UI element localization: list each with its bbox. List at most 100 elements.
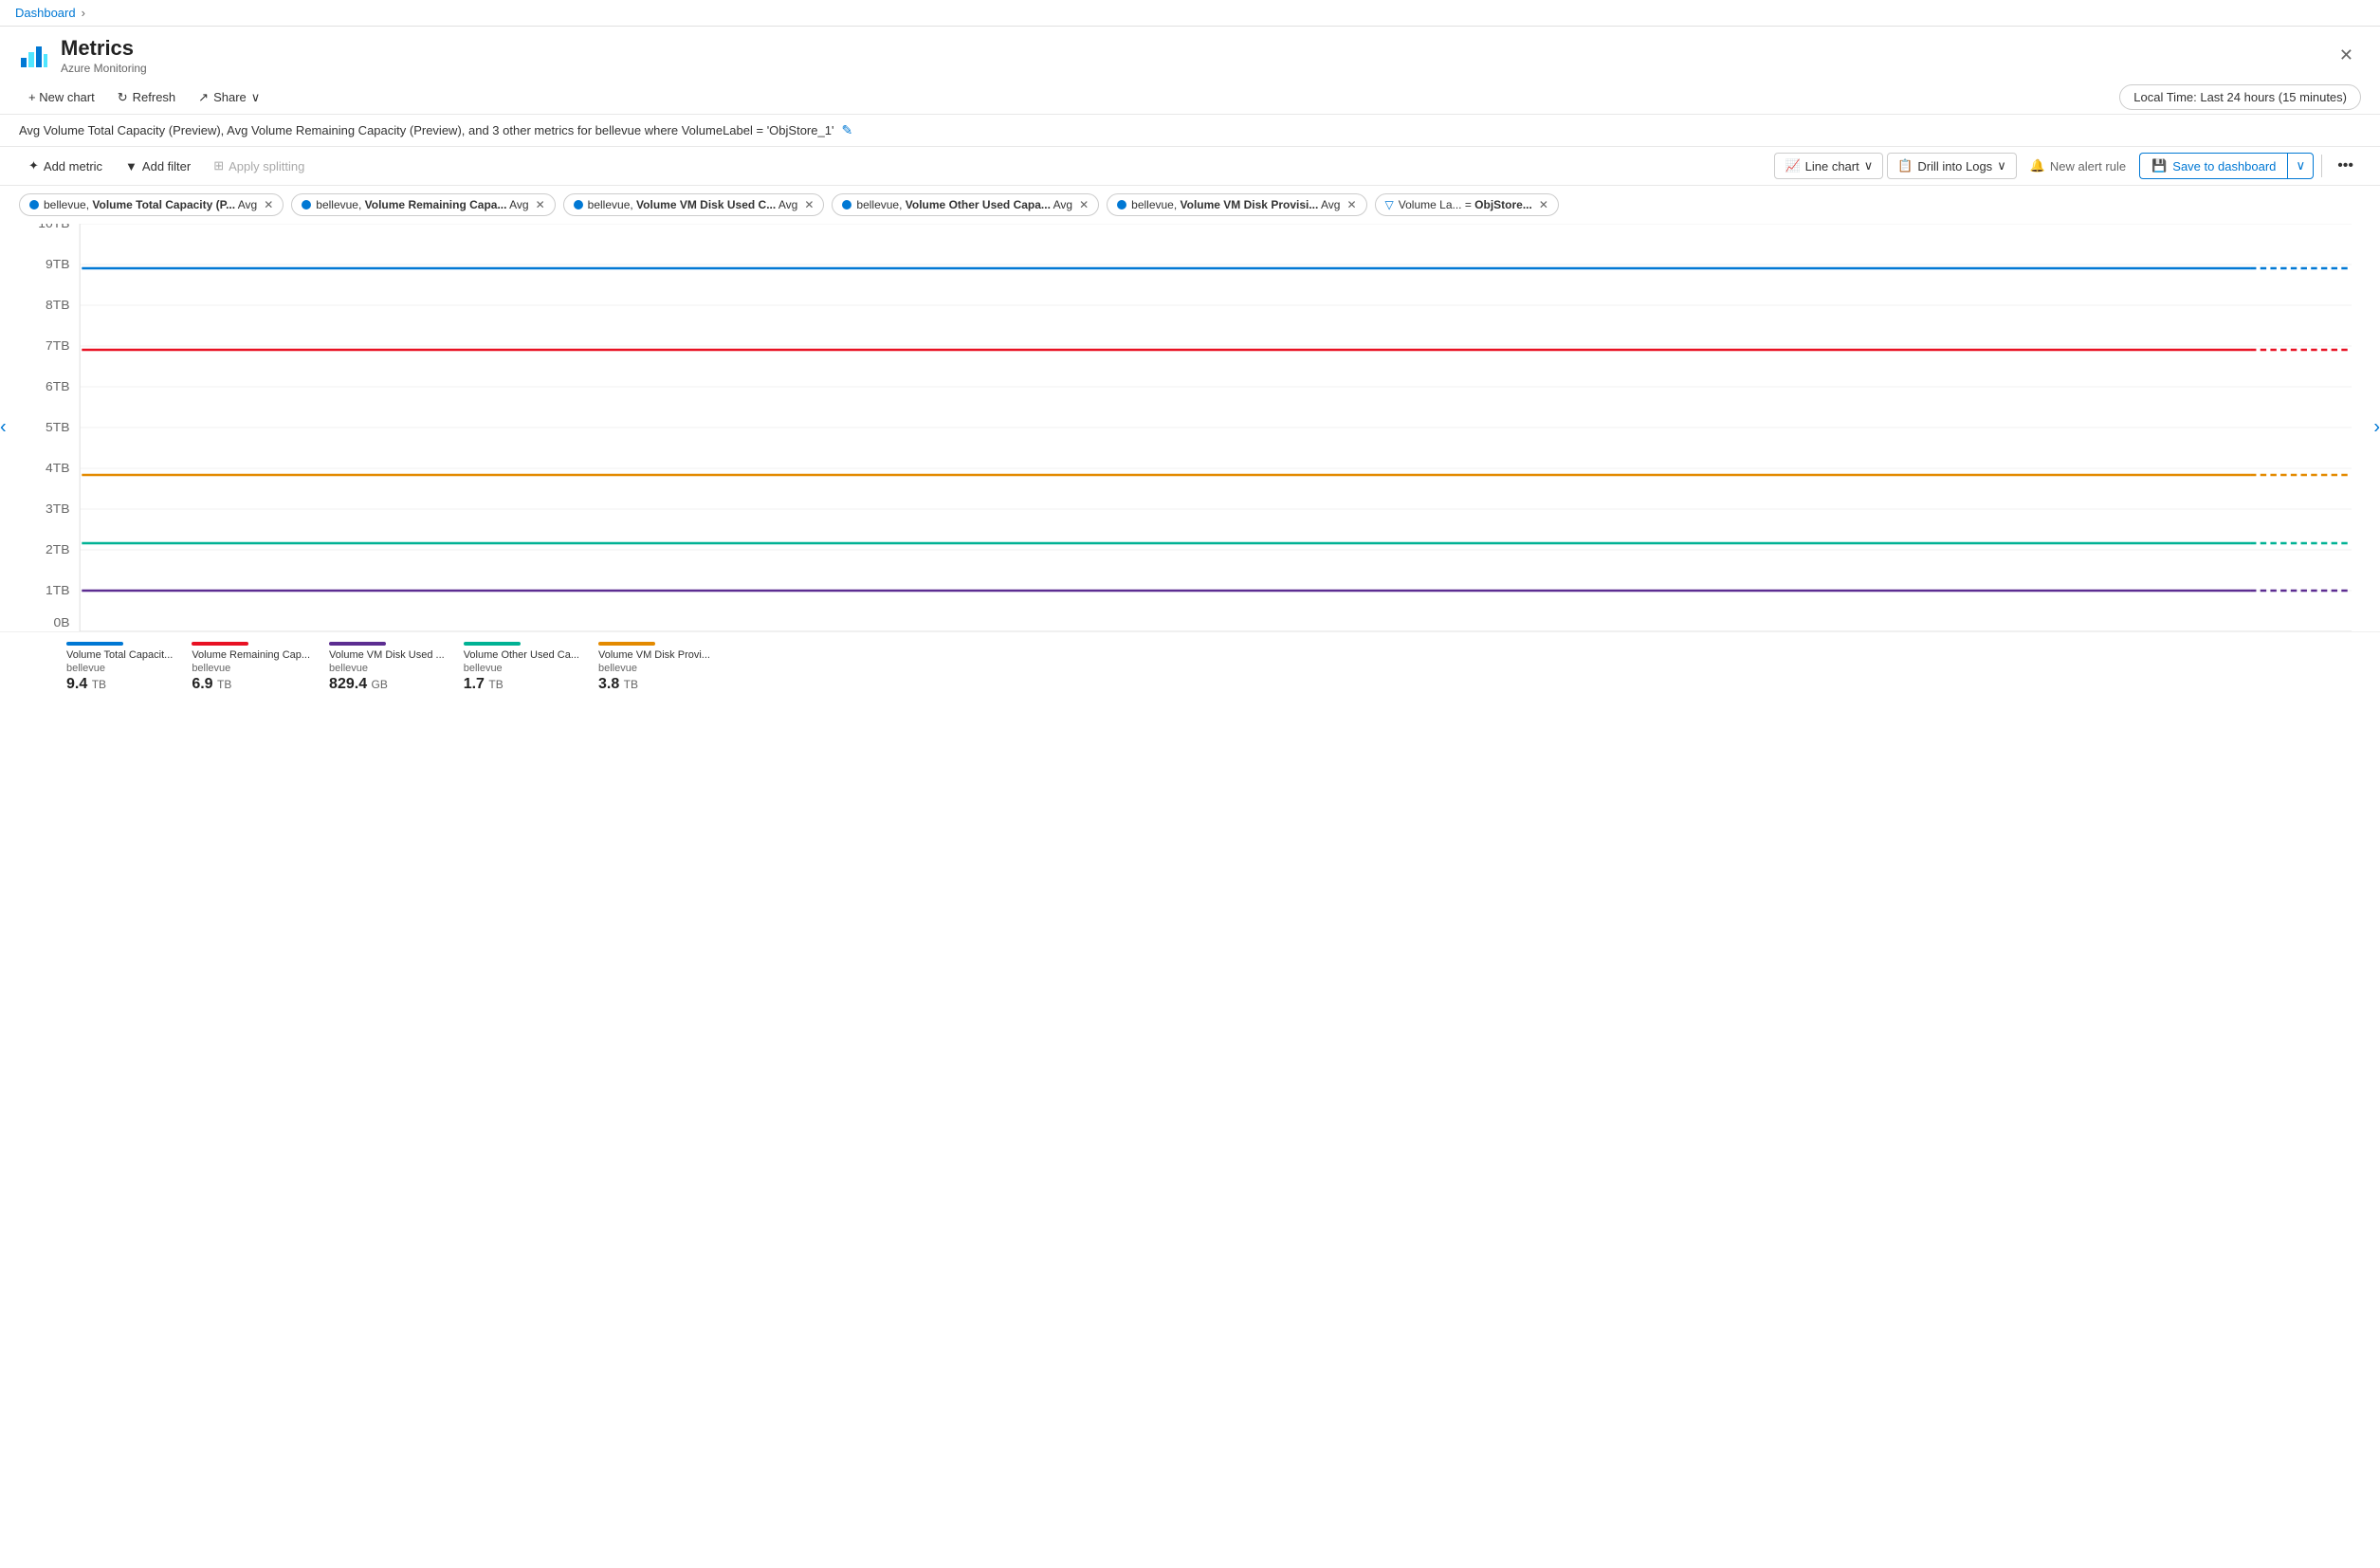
drill-logs-button[interactable]: 📋 Drill into Logs ∨ xyxy=(1887,153,2016,179)
time-range-button[interactable]: Local Time: Last 24 hours (15 minutes) xyxy=(2119,84,2361,110)
chart-area: ‹ › 10TB 9TB 8TB 7TB 6TB 5TB 4TB xyxy=(0,224,2380,631)
filter-funnel-icon: ▽ xyxy=(1385,198,1394,211)
tag-label-3: bellevue, Volume VM Disk Used C... Avg xyxy=(588,198,798,211)
legend-value-5: 3.8 TB xyxy=(598,676,710,693)
breadcrumb-separator: › xyxy=(82,6,85,20)
metric-tag-4[interactable]: bellevue, Volume Other Used Capa... Avg … xyxy=(832,193,1099,216)
metric-tag-1[interactable]: bellevue, Volume Total Capacity (P... Av… xyxy=(19,193,284,216)
legend-item-2: Volume Remaining Cap... bellevue 6.9 TB xyxy=(192,642,310,693)
edit-title-icon[interactable]: ✎ xyxy=(841,122,852,138)
app-subtitle: Azure Monitoring xyxy=(61,62,147,75)
save-to-dashboard-button[interactable]: 💾 Save to dashboard xyxy=(2139,153,2287,179)
tag-label-5: bellevue, Volume VM Disk Provisi... Avg xyxy=(1131,198,1340,211)
legend-name-4: Volume Other Used Ca... xyxy=(464,649,579,661)
legend-value-4: 1.7 TB xyxy=(464,676,579,693)
add-filter-button[interactable]: ▼ Add filter xyxy=(116,155,200,178)
chart-title: Avg Volume Total Capacity (Preview), Avg… xyxy=(19,123,833,137)
close-button[interactable]: ✕ xyxy=(2332,42,2361,69)
svg-text:10TB: 10TB xyxy=(38,224,69,230)
tag-color-dot-4 xyxy=(842,200,851,210)
svg-text:2TB: 2TB xyxy=(46,542,69,556)
tag-color-dot-5 xyxy=(1117,200,1126,210)
chart-type-chevron-icon: ∨ xyxy=(1864,158,1874,173)
tag-color-dot-1 xyxy=(29,200,39,210)
tag-close-2[interactable]: ✕ xyxy=(536,198,545,211)
legend-value-1: 9.4 TB xyxy=(66,676,173,693)
metrics-toolbar: ✦ Add metric ▼ Add filter ⊞ Apply splitt… xyxy=(0,147,2380,186)
svg-text:8TB: 8TB xyxy=(46,298,69,311)
legend-item-1: Volume Total Capacit... bellevue 9.4 TB xyxy=(66,642,173,693)
legend-sub-2: bellevue xyxy=(192,663,310,674)
metrics-toolbar-left: ✦ Add metric ▼ Add filter ⊞ Apply splitt… xyxy=(19,154,314,178)
legend-name-1: Volume Total Capacit... xyxy=(66,649,173,661)
apply-splitting-button[interactable]: ⊞ Apply splitting xyxy=(204,154,314,178)
add-metric-icon: ✦ xyxy=(28,158,39,173)
legend-item-5: Volume VM Disk Provi... bellevue 3.8 TB xyxy=(598,642,710,693)
new-alert-button[interactable]: 🔔 New alert rule xyxy=(2021,154,2135,178)
app-icon xyxy=(19,41,49,71)
tag-close-5[interactable]: ✕ xyxy=(1346,198,1356,211)
svg-text:7TB: 7TB xyxy=(46,338,69,352)
refresh-icon: ↻ xyxy=(118,90,128,105)
legend-item-4: Volume Other Used Ca... bellevue 1.7 TB xyxy=(464,642,579,693)
line-chart-icon: 📈 xyxy=(1785,158,1800,173)
tag-close-4[interactable]: ✕ xyxy=(1079,198,1089,211)
legend-name-2: Volume Remaining Cap... xyxy=(192,649,310,661)
filter-tag[interactable]: ▽ Volume La... = ObjStore... ✕ xyxy=(1375,193,1559,216)
save-icon: 💾 xyxy=(2151,158,2167,173)
legend-color-5 xyxy=(598,642,655,646)
drill-icon: 📋 xyxy=(1897,158,1913,173)
legend-sub-1: bellevue xyxy=(66,663,173,674)
filter-icon: ▼ xyxy=(125,159,137,173)
line-chart-svg: 10TB 9TB 8TB 7TB 6TB 5TB 4TB 3TB 2TB 1TB… xyxy=(19,224,2352,631)
more-options-button[interactable]: ••• xyxy=(2330,153,2361,179)
chart-nav-right-button[interactable]: › xyxy=(2373,417,2380,439)
tags-bar: bellevue, Volume Total Capacity (P... Av… xyxy=(0,186,2380,224)
metric-tag-2[interactable]: bellevue, Volume Remaining Capa... Avg ✕ xyxy=(291,193,555,216)
tag-color-dot-2 xyxy=(302,200,311,210)
legend-color-3 xyxy=(329,642,386,646)
svg-text:5TB: 5TB xyxy=(46,420,69,433)
tag-close-3[interactable]: ✕ xyxy=(804,198,814,211)
refresh-button[interactable]: ↻ Refresh xyxy=(108,85,185,110)
metric-tag-3[interactable]: bellevue, Volume VM Disk Used C... Avg ✕ xyxy=(563,193,825,216)
legend-sub-4: bellevue xyxy=(464,663,579,674)
svg-text:1TB: 1TB xyxy=(46,583,69,596)
svg-text:4TB: 4TB xyxy=(46,461,69,474)
add-metric-button[interactable]: ✦ Add metric xyxy=(19,154,112,178)
svg-text:6TB: 6TB xyxy=(46,379,69,392)
share-icon: ↗ xyxy=(198,90,209,105)
svg-text:0B: 0B xyxy=(53,615,69,629)
top-nav: Dashboard › xyxy=(0,0,2380,27)
legend-sub-3: bellevue xyxy=(329,663,445,674)
share-button[interactable]: ↗ Share ∨ xyxy=(189,85,269,110)
tag-label-1: bellevue, Volume Total Capacity (P... Av… xyxy=(44,198,257,211)
save-button-group: 💾 Save to dashboard ∨ xyxy=(2139,153,2314,179)
app-title: Metrics xyxy=(61,36,147,61)
chart-type-button[interactable]: 📈 Line chart ∨ xyxy=(1774,153,1883,179)
toolbar-left: + New chart ↻ Refresh ↗ Share ∨ xyxy=(19,85,269,110)
legend-name-3: Volume VM Disk Used ... xyxy=(329,649,445,661)
metric-tag-5[interactable]: bellevue, Volume VM Disk Provisi... Avg … xyxy=(1107,193,1366,216)
legend-color-2 xyxy=(192,642,248,646)
tag-close-1[interactable]: ✕ xyxy=(264,198,273,211)
legend-color-4 xyxy=(464,642,521,646)
svg-text:3TB: 3TB xyxy=(46,501,69,515)
breadcrumb-link[interactable]: Dashboard xyxy=(15,6,76,20)
toolbar-separator xyxy=(2321,155,2322,177)
legend-item-3: Volume VM Disk Used ... bellevue 829.4 G… xyxy=(329,642,445,693)
splitting-icon: ⊞ xyxy=(213,158,224,173)
header-left: Metrics Azure Monitoring xyxy=(19,36,147,75)
share-chevron-icon: ∨ xyxy=(251,90,261,105)
filter-tag-close[interactable]: ✕ xyxy=(1539,198,1548,211)
chart-legend: Volume Total Capacit... bellevue 9.4 TB … xyxy=(0,631,2380,702)
metrics-toolbar-right: 📈 Line chart ∨ 📋 Drill into Logs ∨ 🔔 New… xyxy=(1774,153,2361,179)
save-dropdown-button[interactable]: ∨ xyxy=(2287,153,2314,179)
chart-nav-left-button[interactable]: ‹ xyxy=(0,417,7,439)
save-dropdown-chevron-icon: ∨ xyxy=(2296,158,2305,173)
legend-value-3: 829.4 GB xyxy=(329,676,445,693)
alert-icon: 🔔 xyxy=(2030,158,2045,173)
legend-sub-5: bellevue xyxy=(598,663,710,674)
main-toolbar: + New chart ↻ Refresh ↗ Share ∨ Local Ti… xyxy=(0,81,2380,115)
new-chart-button[interactable]: + New chart xyxy=(19,85,104,109)
